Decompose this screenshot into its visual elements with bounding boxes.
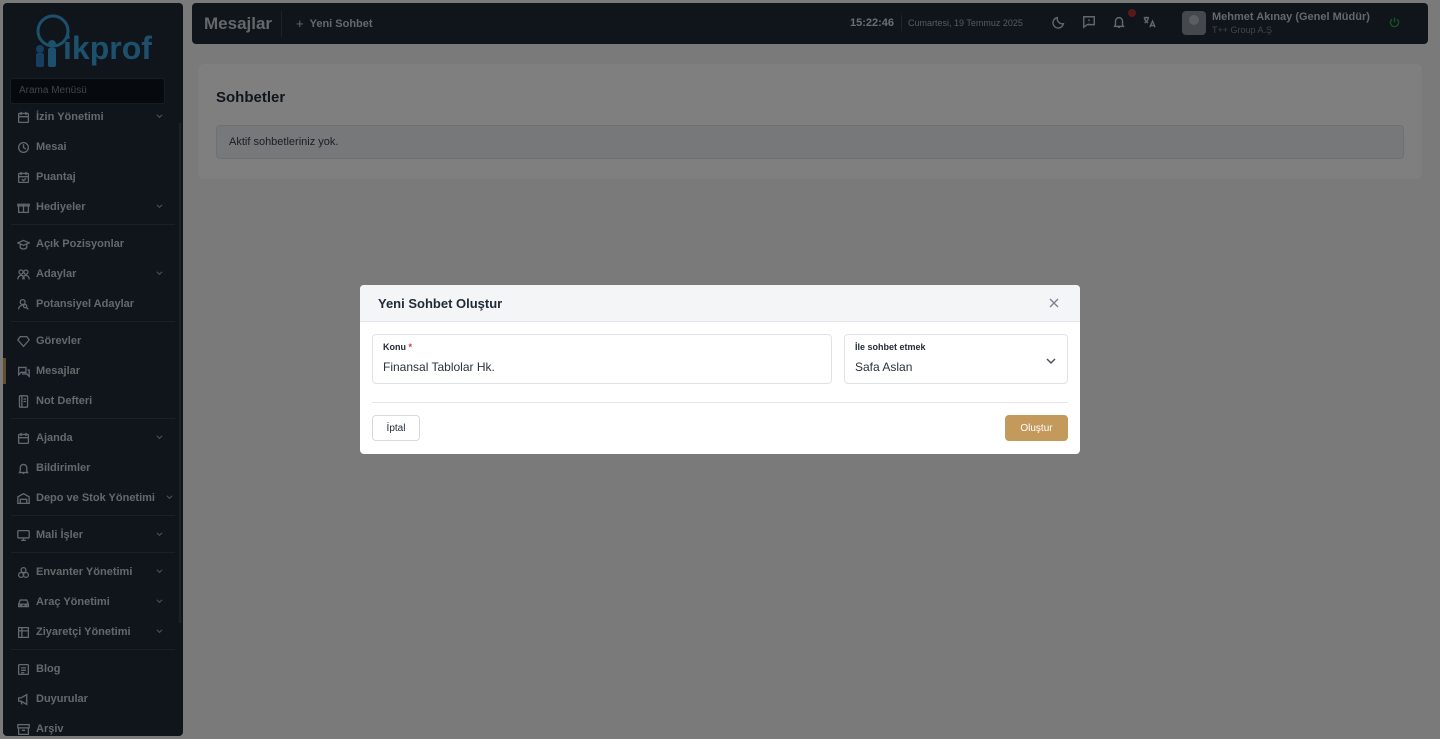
new-chat-modal: Yeni Sohbet Oluştur Konu * Finansal Tabl… — [360, 285, 1080, 454]
modal-divider — [372, 402, 1068, 403]
required-mark: * — [408, 342, 413, 352]
close-icon[interactable] — [1048, 296, 1062, 310]
subject-label: Konu * — [383, 342, 413, 352]
subject-field[interactable]: Konu * Finansal Tablolar Hk. — [372, 334, 832, 384]
cancel-button[interactable]: İptal — [372, 415, 420, 441]
chat-with-select[interactable]: İle sohbet etmek Safa Aslan — [844, 334, 1068, 384]
modal-header: Yeni Sohbet Oluştur — [360, 285, 1080, 322]
subject-input[interactable]: Finansal Tablolar Hk. — [383, 360, 495, 374]
modal-title: Yeni Sohbet Oluştur — [378, 296, 503, 311]
chat-with-value: Safa Aslan — [855, 360, 913, 374]
chat-with-label: İle sohbet etmek — [855, 342, 926, 352]
create-button[interactable]: Oluştur — [1005, 415, 1068, 441]
chevron-down-icon[interactable] — [1045, 354, 1057, 366]
